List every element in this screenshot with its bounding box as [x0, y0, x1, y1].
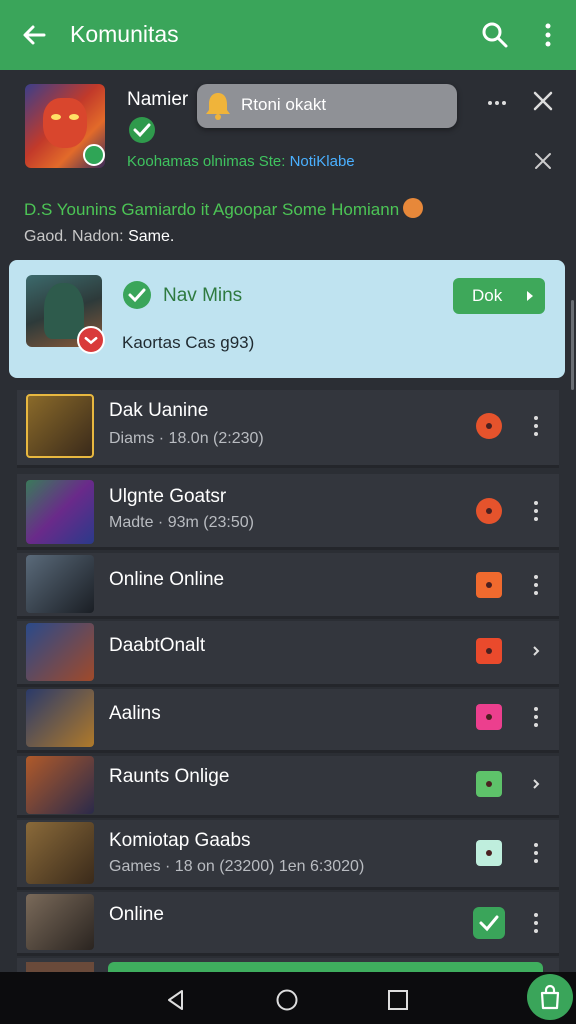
- notification-subtitle: Koohamas olnimas Ste: NotiKlabe: [127, 153, 355, 170]
- notification-link[interactable]: NotiKlabe: [290, 153, 355, 170]
- shop-fab-button[interactable]: [527, 974, 573, 1020]
- more-vertical-icon[interactable]: [538, 20, 558, 50]
- game-thumbnail: [26, 822, 94, 884]
- system-nav-bar: [0, 972, 576, 1024]
- list-item-name: Online Online: [109, 569, 225, 590]
- online-check-icon: [473, 907, 505, 939]
- list-item[interactable]: Dak Uanine Diams · 18.0n (2:230): [17, 390, 559, 468]
- description-meta: Gaod. Nadon: Same.: [24, 228, 175, 245]
- more-vertical-icon[interactable]: [530, 704, 542, 730]
- more-vertical-icon[interactable]: [530, 840, 542, 866]
- app-bar: Komunitas: [0, 0, 576, 70]
- notification-badge-icon: [83, 144, 105, 166]
- emoji-icon: [403, 198, 424, 218]
- list-item-meta: Madte · 93m (23:50): [109, 514, 254, 531]
- home-circle-icon[interactable]: [275, 988, 299, 1012]
- more-horizontal-icon[interactable]: [486, 92, 508, 114]
- game-thumbnail: [26, 480, 94, 544]
- list-item[interactable]: Raunts Onlige: [17, 756, 559, 818]
- game-thumbnail: [26, 756, 94, 814]
- list-item-meta: Diams · 18.0n (2:230): [109, 430, 264, 447]
- game-thumbnail: [26, 623, 94, 681]
- description-line: D.S Younins Gamiardo it Agoopar Some Hom…: [24, 198, 424, 220]
- back-triangle-icon[interactable]: [164, 988, 188, 1012]
- more-vertical-icon[interactable]: [530, 910, 542, 936]
- featured-action-label: Dok: [472, 286, 503, 305]
- more-vertical-icon[interactable]: [530, 413, 542, 439]
- action-bar[interactable]: [108, 962, 543, 972]
- status-indicator: [476, 572, 502, 598]
- chevron-right-icon[interactable]: [530, 638, 542, 664]
- bell-icon: [206, 93, 230, 120]
- notification-pill-text: Rtoni okakt: [241, 95, 327, 114]
- list-item-name: DaabtOnalt: [109, 635, 206, 656]
- game-thumbnail: [26, 394, 94, 458]
- list-item-name: Online: [109, 904, 164, 925]
- list-item-name: Raunts Onlige: [109, 766, 230, 787]
- search-icon[interactable]: [480, 20, 510, 50]
- notification-name: Namier: [127, 89, 189, 110]
- scrollbar[interactable]: [571, 300, 574, 390]
- status-indicator: [476, 638, 502, 664]
- game-thumbnail: [26, 962, 94, 972]
- heart-badge-icon: [77, 326, 105, 354]
- page-title: Komunitas: [70, 21, 179, 47]
- game-thumbnail: [26, 555, 94, 613]
- status-indicator: [476, 840, 502, 866]
- list-item-name: Komiotap Gaabs: [109, 830, 251, 851]
- list-item-name: Dak Uanine: [109, 400, 209, 421]
- shopping-bag-icon: [540, 984, 560, 1010]
- close-icon[interactable]: [532, 90, 554, 112]
- list-item-meta: Games · 18 on (23200) 1en 6:3020): [109, 858, 365, 875]
- more-vertical-icon[interactable]: [530, 572, 542, 598]
- status-indicator: [476, 704, 502, 730]
- more-vertical-icon[interactable]: [530, 498, 542, 524]
- verified-check-icon: [129, 117, 155, 143]
- game-thumbnail: [26, 894, 94, 950]
- back-arrow-icon[interactable]: [18, 18, 52, 52]
- chevron-right-icon[interactable]: [530, 771, 542, 797]
- recents-square-icon[interactable]: [386, 988, 410, 1012]
- dismiss-icon[interactable]: [534, 152, 552, 170]
- notification-game-thumbnail[interactable]: [25, 84, 105, 168]
- list-item[interactable]: Online: [17, 892, 559, 956]
- list-item-name: Ulgnte Goatsr: [109, 486, 227, 507]
- list-item[interactable]: Online Online: [17, 553, 559, 619]
- list-item[interactable]: Aalins: [17, 689, 559, 753]
- featured-check-icon: [123, 281, 151, 309]
- list-item[interactable]: Komiotap Gaabs Games · 18 on (23200) 1en…: [17, 820, 559, 890]
- list-item[interactable]: Ulgnte Goatsr Madte · 93m (23:50): [17, 474, 559, 550]
- notification-pill[interactable]: Rtoni okakt: [197, 84, 457, 128]
- featured-subtitle: Kaortas Cas g93): [122, 333, 255, 352]
- status-indicator: [476, 498, 502, 524]
- game-thumbnail: [26, 689, 94, 747]
- featured-action-button[interactable]: Dok: [453, 278, 545, 314]
- list-item[interactable]: DaabtOnalt: [17, 621, 559, 687]
- play-arrow-icon: [527, 291, 533, 301]
- status-indicator: [476, 771, 502, 797]
- list-item-name: Aalins: [109, 703, 161, 724]
- list-item-partial: [17, 958, 559, 972]
- status-indicator: [476, 413, 502, 439]
- featured-title: Nav Mins: [163, 285, 243, 306]
